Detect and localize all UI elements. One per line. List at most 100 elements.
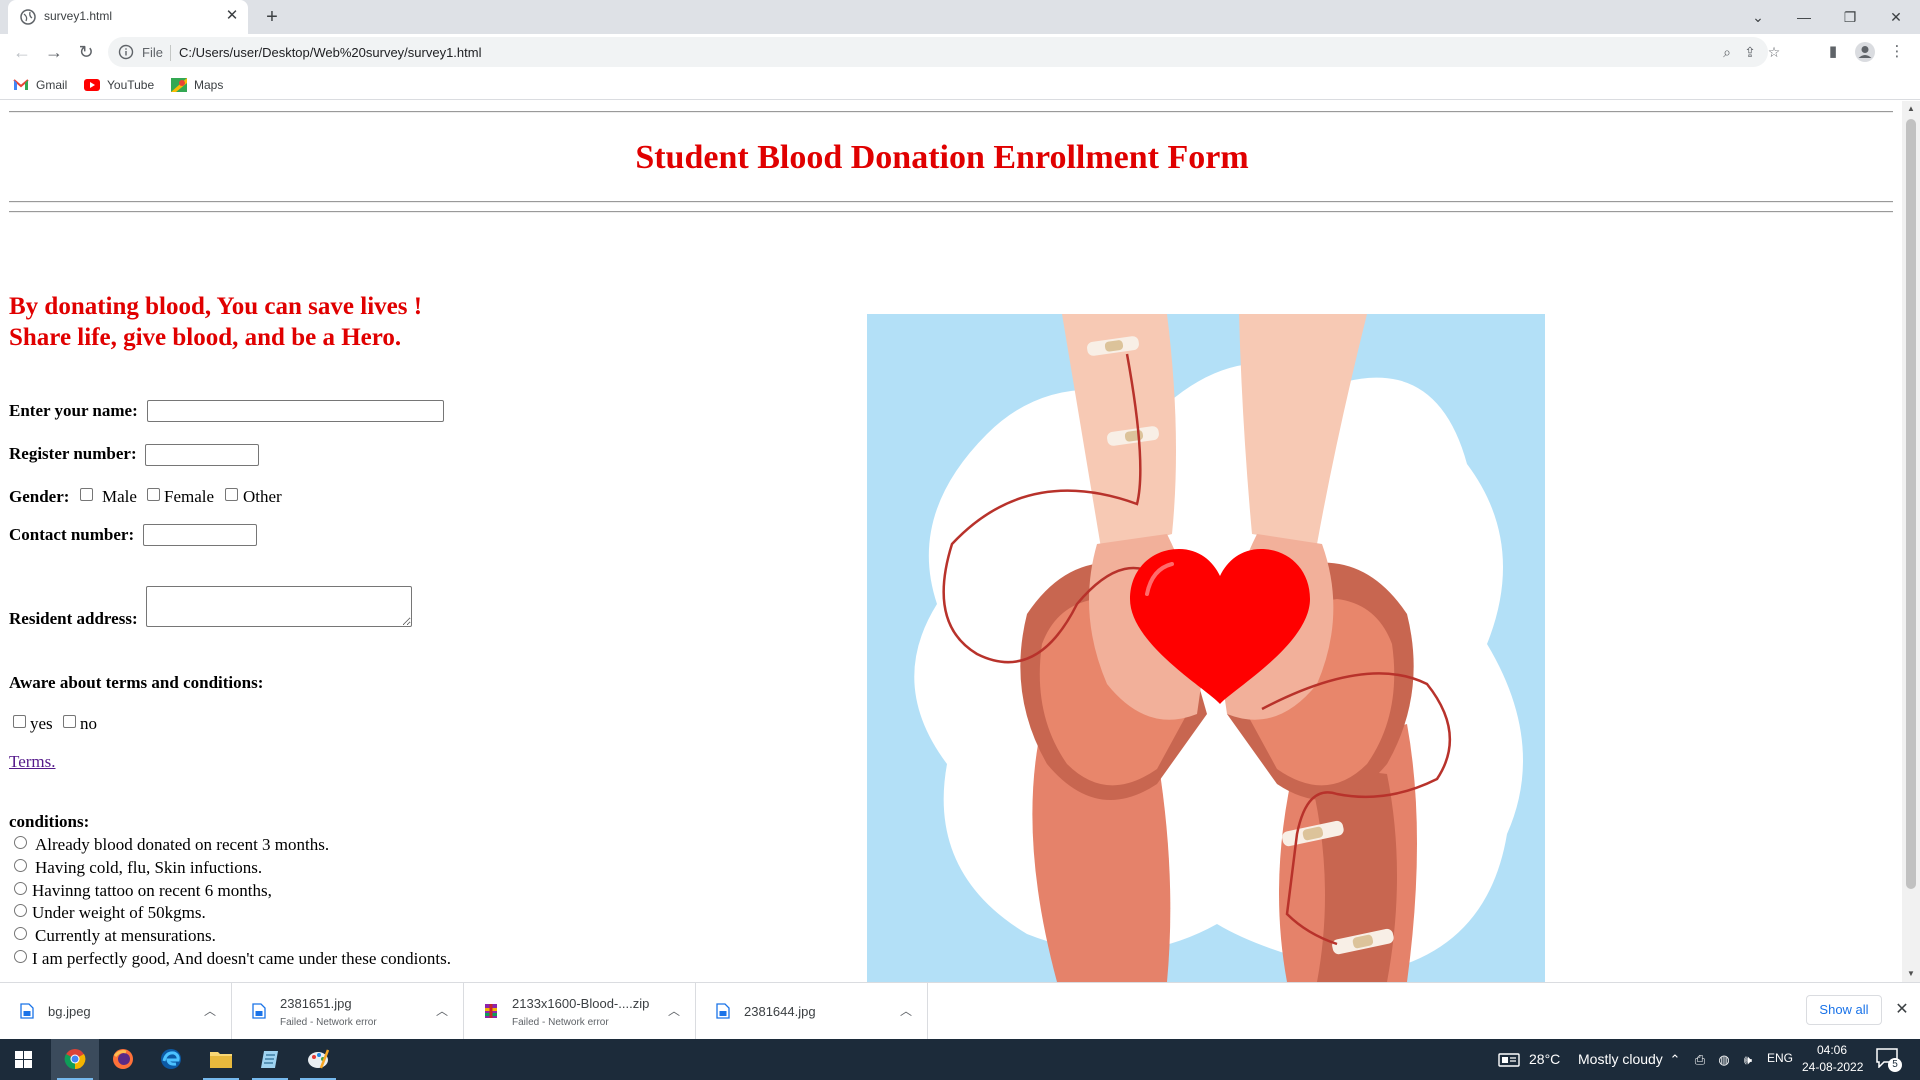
- bookmark-star-icon[interactable]: ☆: [1765, 43, 1783, 61]
- download-name: 2381651.jpg: [280, 996, 352, 1011]
- file-scheme-label: File: [142, 45, 163, 60]
- name-input[interactable]: [147, 400, 444, 422]
- globe-icon: [20, 9, 36, 25]
- scrollbar-thumb[interactable]: [1906, 119, 1916, 889]
- network-globe-icon[interactable]: ◍: [1715, 1051, 1733, 1069]
- condition-radio[interactable]: [14, 836, 27, 849]
- bookmark-gmail[interactable]: Gmail: [13, 76, 67, 94]
- chevron-up-icon[interactable]: ︿: [432, 1001, 452, 1021]
- close-downloads-icon[interactable]: ✕: [1892, 999, 1912, 1021]
- blood-donation-illustration: [867, 314, 1545, 982]
- terms-yes-checkbox[interactable]: [13, 715, 26, 728]
- bookmarks-bar: Gmail YouTube Maps: [0, 70, 1920, 100]
- tagline-1: By donating blood, You can save lives !: [9, 293, 423, 320]
- gender-male-checkbox[interactable]: [80, 488, 93, 501]
- temperature-text[interactable]: 28°C: [1529, 1051, 1560, 1067]
- minimize-icon[interactable]: —: [1790, 4, 1818, 30]
- restore-icon[interactable]: ❐: [1836, 4, 1864, 30]
- reload-icon[interactable]: ↻: [74, 40, 98, 64]
- chevron-up-icon[interactable]: ︿: [896, 1001, 916, 1021]
- weather-text[interactable]: Mostly cloudy: [1578, 1051, 1663, 1067]
- side-panel-icon[interactable]: ▮: [1822, 41, 1844, 63]
- share-icon[interactable]: ⇪: [1741, 43, 1759, 61]
- taskbar-file-explorer[interactable]: [197, 1039, 245, 1080]
- scroll-up-icon[interactable]: ▲: [1906, 104, 1916, 114]
- gender-female-checkbox[interactable]: [147, 488, 160, 501]
- clock-time[interactable]: 04:06: [1817, 1043, 1847, 1057]
- scroll-down-icon[interactable]: ▼: [1906, 969, 1916, 979]
- condition-radio[interactable]: [14, 859, 27, 872]
- close-window-icon[interactable]: ✕: [1882, 4, 1910, 30]
- chevron-up-icon[interactable]: ︿: [664, 1001, 684, 1021]
- download-status: Failed - Network error: [280, 1017, 377, 1028]
- condition-label: Currently at mensurations.: [35, 926, 216, 945]
- image-file-icon: [716, 1003, 730, 1019]
- gender-male-label: Male: [102, 487, 137, 506]
- download-item[interactable]: 2133x1600-Blood-....zip Failed - Network…: [464, 983, 696, 1040]
- contact-number-input[interactable]: [143, 524, 257, 546]
- paint-icon: [308, 1049, 329, 1069]
- condition-label: Having cold, flu, Skin infuctions.: [35, 858, 263, 877]
- condition-label: I am perfectly good, And doesn't came un…: [32, 949, 451, 968]
- condition-radio[interactable]: [14, 927, 27, 940]
- contact-label: Contact number:: [9, 525, 135, 544]
- top-rule: [9, 111, 1893, 113]
- condition-label: Already blood donated on recent 3 months…: [35, 835, 330, 854]
- download-item[interactable]: 2381651.jpg Failed - Network error ︿: [232, 983, 464, 1040]
- chevron-up-icon[interactable]: ︿: [200, 1001, 220, 1021]
- gender-female-label: Female: [164, 487, 215, 506]
- start-button[interactable]: [0, 1039, 48, 1080]
- taskbar-firefox[interactable]: [99, 1039, 147, 1080]
- bookmark-maps[interactable]: Maps: [171, 76, 223, 94]
- zoom-icon[interactable]: ⌕: [1718, 43, 1736, 61]
- meet-now-icon[interactable]: ⎙: [1691, 1051, 1709, 1069]
- title-rule-1: [9, 201, 1893, 203]
- terms-no-checkbox[interactable]: [63, 715, 76, 728]
- page-scrollbar[interactable]: ▲ ▼: [1902, 101, 1920, 982]
- address-bar[interactable]: File C:/Users/user/Desktop/Web%20survey/…: [108, 37, 1780, 67]
- register-number-input[interactable]: [145, 444, 259, 466]
- tab-close-icon[interactable]: ✕: [223, 7, 241, 25]
- notifications-button[interactable]: 5: [1876, 1048, 1902, 1072]
- browser-tab[interactable]: survey1.html ✕: [8, 0, 248, 34]
- condition-radio[interactable]: [14, 950, 27, 963]
- bookmark-label: Gmail: [36, 78, 68, 92]
- archive-file-icon: [485, 1004, 497, 1018]
- weather-widget-icon[interactable]: [1498, 1053, 1520, 1067]
- new-tab-button[interactable]: +: [260, 5, 284, 29]
- browser-toolbar: ← → ↻ File C:/Users/user/Desktop/Web%20s…: [0, 34, 1920, 70]
- download-item[interactable]: 2381644.jpg ︿: [696, 983, 928, 1040]
- condition-radio[interactable]: [14, 904, 27, 917]
- speaker-icon[interactable]: 🕪: [1739, 1051, 1757, 1069]
- forward-icon[interactable]: →: [42, 40, 66, 64]
- chevron-up-icon[interactable]: ⌃: [1666, 1051, 1684, 1069]
- bookmark-youtube[interactable]: YouTube: [84, 76, 154, 94]
- condition-radio[interactable]: [14, 882, 27, 895]
- taskbar-notepad[interactable]: [246, 1039, 294, 1080]
- taskbar-chrome[interactable]: [51, 1039, 99, 1080]
- terms-yes-label: yes: [30, 714, 53, 733]
- url-text[interactable]: C:/Users/user/Desktop/Web%20survey/surve…: [179, 45, 481, 60]
- tab-search-icon[interactable]: ⌄: [1744, 4, 1772, 30]
- back-icon[interactable]: ←: [10, 40, 34, 64]
- show-all-downloads-button[interactable]: Show all: [1806, 995, 1882, 1025]
- clock-date[interactable]: 24-08-2022: [1802, 1060, 1863, 1074]
- menu-kebab-icon[interactable]: ⋮: [1886, 41, 1908, 63]
- info-icon[interactable]: [118, 44, 134, 60]
- gender-other-label: Other: [243, 487, 282, 506]
- download-name: 2133x1600-Blood-....zip: [512, 996, 650, 1011]
- terms-link[interactable]: Terms.: [9, 752, 56, 772]
- condition-label: Under weight of 50kgms.: [32, 903, 206, 922]
- gmail-icon: [13, 79, 29, 90]
- image-file-icon: [252, 1003, 266, 1019]
- taskbar-paint[interactable]: [294, 1039, 342, 1080]
- address-textarea[interactable]: [146, 586, 412, 627]
- condition-label: Havinng tattoo on recent 6 months,: [32, 881, 272, 900]
- download-item[interactable]: bg.jpeg ︿: [0, 983, 232, 1040]
- gender-other-checkbox[interactable]: [225, 488, 238, 501]
- profile-avatar-icon[interactable]: [1854, 41, 1876, 63]
- language-indicator[interactable]: ENG: [1767, 1051, 1793, 1065]
- taskbar-edge[interactable]: [147, 1039, 195, 1080]
- tagline-2: Share life, give blood, and be a Hero.: [9, 324, 402, 351]
- name-label: Enter your name:: [9, 401, 138, 420]
